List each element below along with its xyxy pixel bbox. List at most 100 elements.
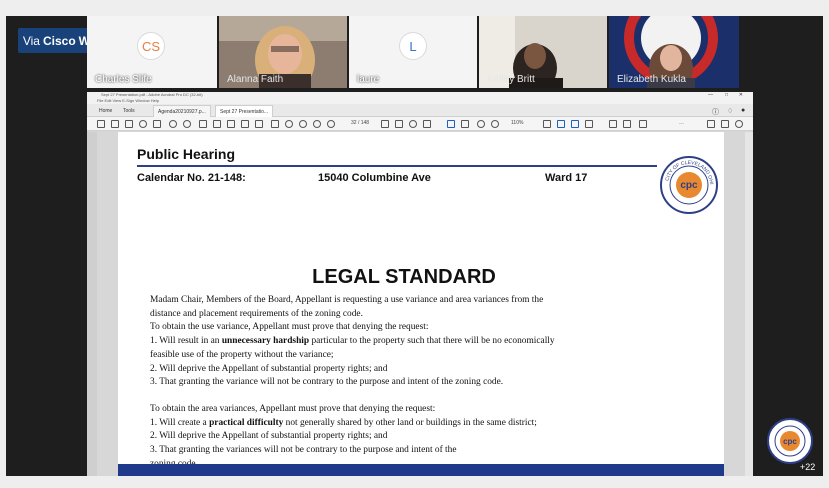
property-address: 15040 Columbine Ave (318, 172, 431, 184)
webex-meeting-window: Via CiscoWebex CS Charles Slife Alanna F… (0, 0, 829, 488)
sign-icon[interactable] (639, 120, 647, 128)
open-icon[interactable] (111, 120, 119, 128)
city-seal-icon: cpc (767, 418, 813, 464)
badge-brand-cisco: Cisco (42, 33, 76, 48)
user-avatar-icon[interactable]: ● (741, 107, 745, 114)
bold-practical-difficulty: practical difficulty (209, 417, 284, 428)
body-line: distance and placement requirements of t… (150, 308, 363, 319)
maximize-button[interactable]: □ (725, 92, 728, 98)
create-icon[interactable] (97, 120, 105, 128)
zoom-in-icon[interactable] (491, 120, 499, 128)
zoom-level[interactable]: 110% (511, 120, 523, 126)
nav-tools[interactable]: Tools (123, 108, 135, 114)
page-down-icon[interactable] (395, 120, 403, 128)
crop-icon[interactable] (423, 120, 431, 128)
rotate-icon[interactable] (409, 120, 417, 128)
pen-icon[interactable] (623, 120, 631, 128)
select-cursor-icon[interactable] (447, 120, 455, 128)
organize-icon[interactable] (313, 120, 321, 128)
redo-icon[interactable] (183, 120, 191, 128)
slide-heading: Public Hearing (137, 146, 236, 162)
save-icon[interactable] (227, 120, 235, 128)
acrobat-title-bar: Sept 27 Presentation.pdf - Adobe Acrobat… (87, 92, 753, 98)
bell-icon[interactable]: ♢ (727, 107, 733, 115)
keyboard-icon[interactable] (585, 120, 593, 128)
seal-center-text: cpc (783, 437, 797, 446)
use-item-3: 3. That granting the variance will not b… (150, 377, 504, 388)
avatar: L (399, 32, 427, 60)
more-participants-count[interactable]: +22 (800, 462, 815, 472)
fit-page-icon[interactable] (543, 120, 551, 128)
acrobat-toolbar: 32 / 148 110% … (87, 117, 753, 131)
vertical-scrollbar[interactable] (745, 132, 753, 476)
area-item-1: 1. Will create a practical difficulty no… (150, 417, 537, 428)
badge-prefix: Via (22, 33, 40, 48)
close-window-button[interactable]: ✕ (739, 92, 743, 98)
tab-agenda[interactable]: Agenda20210927.p... (153, 105, 211, 117)
fill-sign-icon[interactable] (271, 120, 279, 128)
heading-rule (137, 165, 657, 167)
acrobat-title: Sept 27 Presentation.pdf - Adobe Acrobat… (101, 92, 203, 97)
area-intro: To obtain the area variances, Appellant … (150, 403, 436, 414)
nav-home[interactable]: Home (99, 108, 112, 114)
accessibility-icon[interactable] (735, 120, 743, 128)
participant-name: Elizabeth Kukla (617, 74, 686, 85)
stamp-icon[interactable] (255, 120, 263, 128)
body-line: Madam Chair, Members of the Board, Appel… (150, 295, 544, 305)
use-item-2: 2. Will deprive the Appellant of substan… (150, 363, 388, 374)
hand-tool-icon[interactable] (461, 120, 469, 128)
body-line: To obtain the use variance, Appellant mu… (150, 322, 429, 333)
scroll-mode-icon[interactable] (557, 120, 565, 128)
legal-standard-title: LEGAL STANDARD (312, 266, 496, 288)
use-item-1: 1. Will result in an unnecessary hardshi… (150, 336, 555, 347)
undo-icon[interactable] (169, 120, 177, 128)
tools-share-icon[interactable] (707, 120, 715, 128)
export-pdf-icon[interactable] (299, 120, 307, 128)
page-up-icon[interactable] (381, 120, 389, 128)
avatar: CS (137, 32, 165, 60)
read-mode-icon[interactable] (571, 120, 579, 128)
slide-footer-bar (118, 464, 724, 476)
participant-name: Alanna Faith (227, 74, 284, 85)
minimize-button[interactable]: — (708, 92, 713, 98)
print-icon[interactable] (125, 120, 133, 128)
search-icon[interactable] (139, 120, 147, 128)
avatar-initials: CS (141, 38, 161, 54)
participant-tile-charles[interactable]: CS Charles Slife (87, 16, 217, 88)
bold-unnecessary-hardship: unnecessary hardship (221, 336, 310, 347)
acrobat-tabs-bar: Home Tools Agenda20210927.p... Sept 27 P… (87, 104, 753, 117)
seal-center-text: cpc (680, 180, 698, 191)
zoom-tool-icon[interactable] (213, 120, 221, 128)
email-icon[interactable] (721, 120, 729, 128)
window-border-left (0, 0, 6, 488)
tab-presentation[interactable]: Sept 27 Presentatio... (215, 105, 274, 117)
pdf-page: Public Hearing Calendar No. 21-148: 1504… (118, 132, 724, 476)
participant-name: Kelley Britt (487, 74, 535, 85)
city-seal-icon: cpc CITY OF CLEVELAND OHIO (659, 155, 718, 214)
legal-standard-body: Madam Chair, Members of the Board, Appel… (150, 294, 670, 471)
use-item-1-cont: feasible use of the property without the… (150, 349, 334, 360)
help-icon[interactable]: ⓘ (712, 107, 719, 117)
comment-icon[interactable] (241, 120, 249, 128)
avatar-initials: L (409, 38, 417, 54)
participant-name: laure (357, 74, 380, 85)
participant-tile-laure[interactable]: L laure (349, 16, 477, 88)
participant-tile-elizabeth[interactable]: Elizabeth Kukla (609, 16, 739, 88)
zoom-out-icon[interactable] (477, 120, 485, 128)
area-item-2: 2. Will deprive the Appellant of substan… (150, 431, 388, 442)
more-tools-icon[interactable]: … (679, 120, 684, 126)
sticky-note-icon[interactable] (609, 120, 617, 128)
window-border-top (0, 0, 829, 16)
participant-tile-alanna[interactable]: Alanna Faith (219, 16, 347, 88)
scissors-icon[interactable] (199, 120, 207, 128)
protect-icon[interactable] (327, 120, 335, 128)
shared-screen-acrobat[interactable]: Sept 27 Presentation.pdf - Adobe Acrobat… (87, 92, 753, 476)
ward-number: Ward 17 (545, 172, 588, 184)
share-icon[interactable] (153, 120, 161, 128)
page-indicator[interactable]: 32 / 148 (351, 120, 369, 126)
participant-tile-kelley[interactable]: Kelley Britt (479, 16, 607, 88)
window-border-bottom (0, 476, 829, 488)
calendar-number: Calendar No. 21-148: (137, 172, 246, 184)
left-panel-toggle[interactable] (87, 132, 97, 476)
edit-pdf-icon[interactable] (285, 120, 293, 128)
